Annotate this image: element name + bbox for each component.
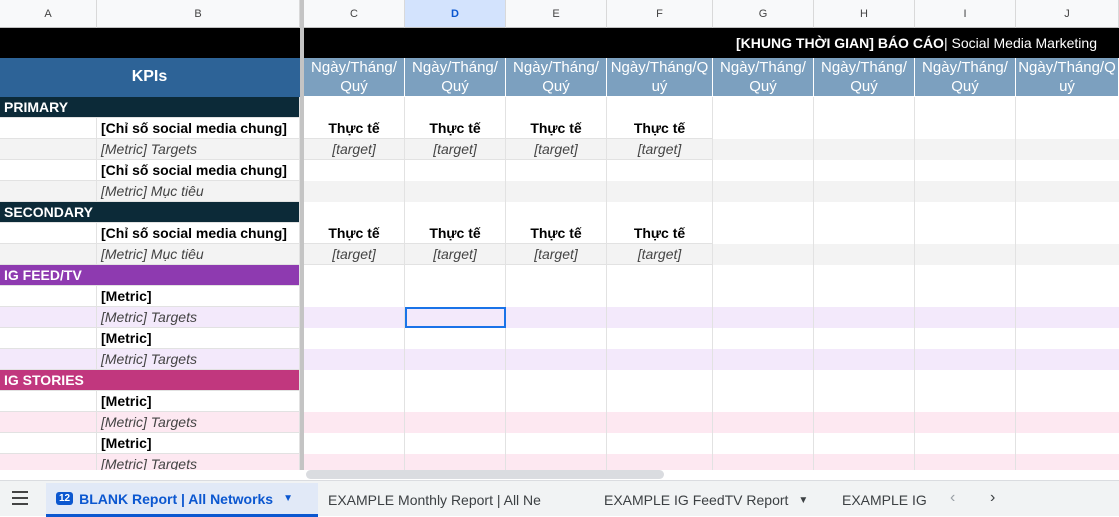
column-header-j[interactable]: J: [1016, 0, 1119, 28]
report-title-suffix: | Social Media Marketing: [943, 35, 1097, 51]
tab-label: EXAMPLE IG FeedTV Report: [604, 492, 789, 508]
column-header-h[interactable]: H: [814, 0, 915, 28]
column-header-c[interactable]: C: [304, 0, 405, 28]
column-header-b[interactable]: B: [97, 0, 300, 28]
chevron-down-icon[interactable]: ▼: [798, 495, 808, 506]
column-header-i[interactable]: I: [915, 0, 1016, 28]
column-header-a[interactable]: A: [0, 0, 97, 28]
period-header-c[interactable]: Ngày/Tháng/Quý: [304, 58, 405, 97]
tab-example-monthly[interactable]: EXAMPLE Monthly Report | All Ne: [318, 483, 590, 517]
report-title-prefix: [KHUNG THỜI GIAN] BÁO CÁO: [736, 35, 944, 51]
period-header-e[interactable]: Ngày/Tháng/Quý: [506, 58, 607, 97]
sheet-tab-bar: 12 BLANK Report | All Networks ▼ EXAMPLE…: [0, 480, 1119, 517]
period-header-i[interactable]: Ngày/Tháng/Quý: [915, 58, 1016, 97]
tab-label: BLANK Report | All Networks: [79, 490, 274, 507]
spreadsheet-grid[interactable]: A B C D E F G H I J [KHUNG THỜI GIAN] BÁ…: [0, 0, 1119, 470]
tab-label: EXAMPLE Monthly Report | All Ne: [328, 492, 541, 508]
tab-label: EXAMPLE IG: [842, 492, 927, 508]
kpis-header[interactable]: KPIs: [0, 58, 300, 97]
period-header-d[interactable]: Ngày/Tháng/Quý: [405, 58, 506, 97]
header-row: KPIs Ngày/Tháng/Quý Ngày/Tháng/Quý Ngày/…: [0, 58, 1119, 97]
chevron-right-icon[interactable]: ›: [990, 489, 995, 507]
all-sheets-menu-icon[interactable]: [12, 491, 28, 505]
column-header-f[interactable]: F: [607, 0, 713, 28]
title-cell-left[interactable]: [0, 28, 300, 58]
grid-lines: [404, 97, 1016, 470]
title-row: [KHUNG THỜI GIAN] BÁO CÁO | Social Media …: [0, 28, 1119, 58]
selected-cell[interactable]: [405, 307, 506, 328]
period-header-g[interactable]: Ngày/Tháng/Quý: [713, 58, 814, 97]
chevron-down-icon[interactable]: ▼: [283, 493, 293, 504]
horizontal-scrollbar[interactable]: [306, 470, 664, 479]
column-header-d[interactable]: D: [405, 0, 506, 28]
tab-blank-report[interactable]: 12 BLANK Report | All Networks ▼: [46, 483, 318, 517]
period-header-f[interactable]: Ngày/Tháng/Quý: [607, 58, 713, 97]
tab-example-ig-feedtv[interactable]: EXAMPLE IG FeedTV Report ▼: [594, 483, 826, 517]
column-header-g[interactable]: G: [713, 0, 814, 28]
tab-badge: 12: [56, 492, 74, 505]
period-header-h[interactable]: Ngày/Tháng/Quý: [814, 58, 915, 97]
period-header-j[interactable]: Ngày/Tháng/Quý: [1016, 58, 1119, 97]
tab-example-ig[interactable]: EXAMPLE IG: [832, 483, 932, 517]
freeze-divider[interactable]: [300, 0, 304, 470]
report-title[interactable]: [KHUNG THỜI GIAN] BÁO CÁO | Social Media …: [304, 28, 1119, 58]
chevron-left-icon[interactable]: ‹: [950, 489, 955, 507]
column-header-e[interactable]: E: [506, 0, 607, 28]
